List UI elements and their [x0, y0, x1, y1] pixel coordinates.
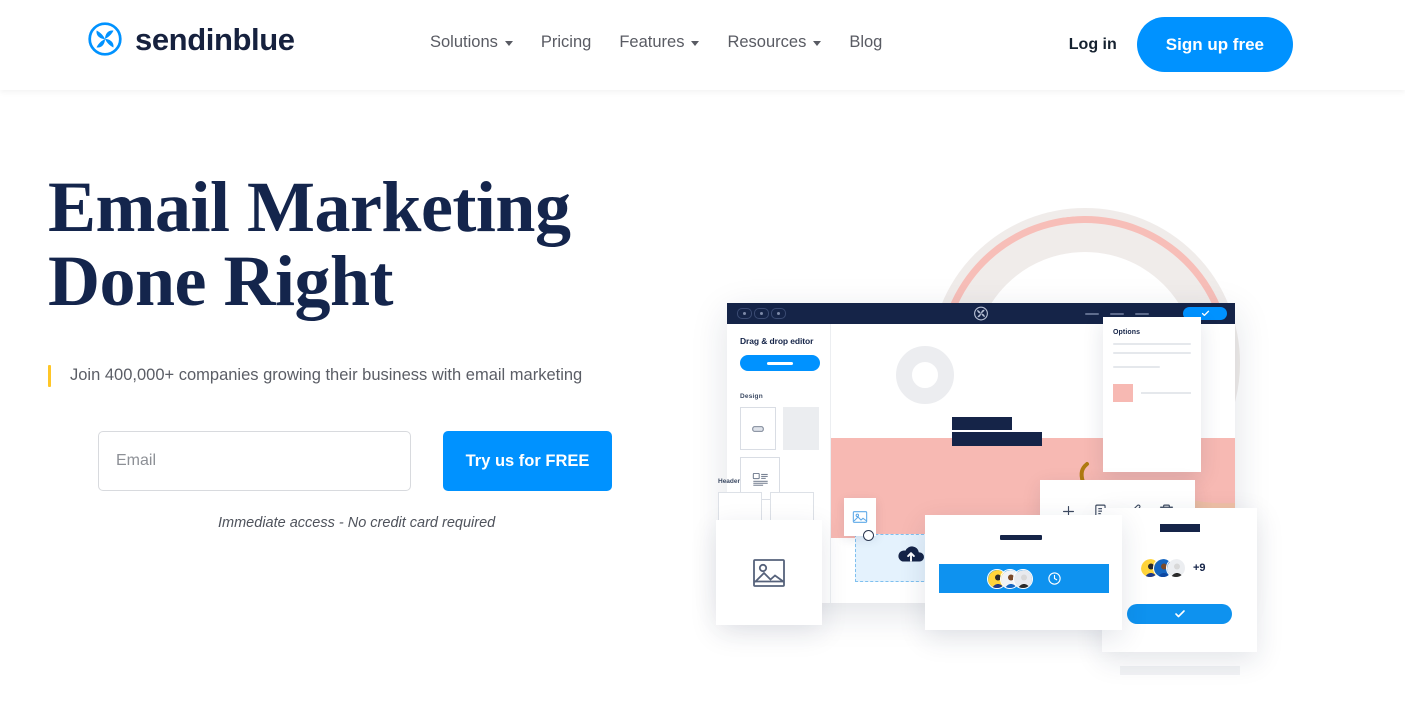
form-note: Immediate access - No credit card requir… [218, 515, 496, 531]
nav-item-solutions[interactable]: Solutions [430, 31, 513, 53]
login-link[interactable]: Log in [1069, 36, 1117, 54]
options-line [1113, 343, 1191, 345]
accent-bar [48, 365, 51, 387]
try-for-free-button[interactable]: Try us for FREE [443, 431, 612, 491]
header-actions: Log in Sign up free [1069, 17, 1293, 72]
image-placeholder-card[interactable] [716, 520, 822, 625]
editor-block-empty[interactable] [783, 407, 819, 450]
signup-free-button[interactable]: Sign up free [1136, 17, 1293, 72]
team-confirm-button[interactable] [1127, 604, 1232, 624]
team-avatar-row: +9 [1140, 558, 1206, 578]
check-icon [1201, 310, 1209, 317]
email-input[interactable] [98, 431, 411, 491]
team-extra-count: +9 [1193, 562, 1206, 574]
options-panel: Options [1103, 317, 1201, 472]
hero-section: Email Marketing Done Right Join 400,000+… [0, 90, 1405, 717]
hero-subtitle-wrap: Join 400,000+ companies growing their bu… [48, 363, 708, 387]
avatar-group [1140, 558, 1186, 578]
avatar-group [986, 568, 1033, 589]
color-swatch[interactable] [1113, 384, 1133, 402]
sendinblue-pinwheel-icon [974, 306, 988, 321]
nav-label: Pricing [540, 33, 592, 51]
drag-handle[interactable] [863, 530, 874, 541]
clock-icon [1047, 572, 1061, 585]
avatar [1012, 568, 1033, 589]
window-control-dot[interactable] [771, 308, 786, 319]
chevron-down-icon [504, 40, 513, 46]
editor-primary-button[interactable] [740, 355, 820, 371]
team-card: +9 [1102, 508, 1257, 652]
card-heading-bar [1000, 535, 1042, 540]
sendinblue-pinwheel-icon [88, 22, 122, 56]
decorative-strip [1120, 666, 1240, 675]
site-header: sendinblue Solutions Pricing Features Re… [0, 0, 1405, 90]
avatar [1166, 558, 1186, 578]
options-color-row [1113, 384, 1191, 402]
landing-page: sendinblue Solutions Pricing Features Re… [0, 0, 1405, 717]
chevron-down-icon [813, 40, 822, 46]
editor-block-button[interactable] [740, 407, 777, 450]
signup-form: Try us for FREE [48, 431, 708, 491]
nav-label: Features [619, 33, 685, 51]
chevron-down-icon [691, 40, 700, 46]
nav-item-blog[interactable]: Blog [849, 31, 882, 53]
schedule-card [925, 515, 1122, 630]
nav-item-resources[interactable]: Resources [727, 31, 822, 53]
brand-name: sendinblue [135, 21, 295, 57]
window-control-dot[interactable] [754, 308, 769, 319]
titlebar-menu-lines [1085, 313, 1149, 315]
nav-item-pricing[interactable]: Pricing [541, 31, 591, 53]
options-line [1113, 352, 1191, 354]
editor-sidebar-title: Drag & drop editor [740, 336, 814, 346]
canvas-donut-shape [896, 346, 954, 404]
editor-design-row-1 [740, 407, 819, 450]
hero-illustration: Header Drag & drop editor Design Options… [700, 90, 1405, 717]
main-navigation: Solutions Pricing Features Resources Blo… [430, 31, 882, 53]
check-icon [1174, 610, 1185, 618]
nav-label: Solutions [430, 33, 498, 51]
cloud-upload-icon [898, 546, 925, 562]
image-icon [753, 558, 785, 587]
nav-label: Blog [849, 33, 883, 51]
editor-section-design-label: Design [740, 393, 763, 400]
options-line [1141, 392, 1191, 394]
image-icon [852, 511, 868, 523]
button-block-icon [752, 425, 764, 432]
page-title: Email Marketing Done Right [48, 167, 571, 321]
nav-item-features[interactable]: Features [619, 31, 700, 53]
options-line [1113, 366, 1160, 368]
brand-logo-link[interactable]: sendinblue [88, 22, 295, 56]
card-heading-bar [1160, 524, 1200, 532]
window-control-dot[interactable] [737, 308, 752, 319]
hero-subtitle: Join 400,000+ companies growing their bu… [70, 366, 583, 384]
window-controls[interactable] [737, 308, 786, 319]
editor-section-header-label: Header [718, 478, 741, 485]
canvas-subheading-bar [952, 432, 1042, 446]
hero-copy: Email Marketing Done Right Join 400,000+… [48, 170, 708, 531]
schedule-bar[interactable] [939, 564, 1109, 593]
options-panel-title: Options [1113, 329, 1141, 336]
text-image-block-icon [752, 472, 768, 486]
canvas-heading-bar [952, 417, 1012, 430]
nav-label: Resources [727, 33, 807, 51]
